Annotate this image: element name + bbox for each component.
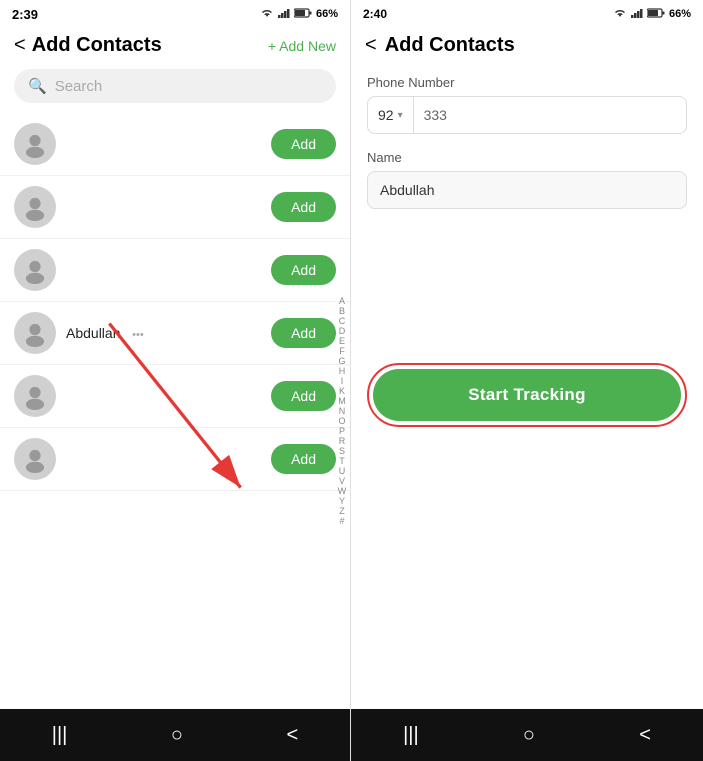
name-input[interactable] [367, 171, 687, 209]
alpha-n[interactable]: N [339, 407, 346, 416]
alpha-m[interactable]: M [338, 397, 346, 406]
alpha-d[interactable]: D [339, 327, 346, 336]
alpha-b[interactable]: B [339, 307, 345, 316]
battery-icon [294, 8, 312, 21]
spacer [351, 447, 703, 709]
right-home-icon[interactable]: ○ [523, 724, 535, 747]
right-page-title: Add Contacts [385, 34, 515, 57]
add-contact-button[interactable]: Add [271, 444, 336, 474]
left-menu-icon[interactable]: ||| [52, 724, 68, 747]
alpha-w[interactable]: W [338, 487, 347, 496]
alpha-t[interactable]: T [339, 457, 345, 466]
form-area: Phone Number 92 ▾ Name [351, 65, 703, 347]
avatar [14, 186, 56, 228]
right-panel: 2:40 66% < Add Contacts Phone Number 92 … [351, 0, 703, 761]
start-tracking-wrapper: Start Tracking [351, 347, 703, 447]
search-bar[interactable]: 🔍 Search [14, 69, 336, 103]
right-back-nav-icon[interactable]: < [639, 724, 651, 747]
add-contact-button[interactable]: Add [271, 381, 336, 411]
search-placeholder: Search [55, 78, 103, 95]
add-new-button[interactable]: + Add New [268, 38, 336, 54]
alpha-s[interactable]: S [339, 447, 345, 456]
add-contact-button[interactable]: Add [271, 129, 336, 159]
right-nav-bar: ||| ○ < [351, 709, 703, 761]
alpha-r[interactable]: R [339, 437, 346, 446]
right-header: < Add Contacts [351, 28, 703, 65]
name-label: Name [367, 150, 687, 165]
left-status-bar: 2:39 66% [0, 0, 350, 28]
alpha-v[interactable]: V [339, 477, 345, 486]
left-time: 2:39 [12, 7, 38, 22]
alpha-z[interactable]: Z [339, 507, 345, 516]
alpha-k[interactable]: K [339, 387, 345, 396]
alpha-c[interactable]: C [339, 317, 346, 326]
left-nav-bar: ||| ○ < [0, 709, 350, 761]
right-back-button[interactable]: < [365, 34, 377, 57]
left-battery-text: 66% [316, 8, 338, 20]
right-battery-text: 66% [669, 8, 691, 20]
avatar [14, 312, 56, 354]
dropdown-icon: ▾ [398, 110, 403, 121]
wifi-icon [260, 8, 274, 21]
left-status-icons: 66% [260, 8, 338, 21]
start-tracking-button[interactable]: Start Tracking [373, 369, 681, 421]
avatar [14, 249, 56, 291]
phone-number-input[interactable] [414, 97, 686, 133]
left-header-left: < Add Contacts [14, 34, 162, 57]
right-time: 2:40 [363, 7, 387, 21]
add-contact-button[interactable]: Add [271, 192, 336, 222]
avatar [14, 123, 56, 165]
alpha-y[interactable]: Y [339, 497, 345, 506]
phone-row: 92 ▾ [367, 96, 687, 134]
phone-label: Phone Number [367, 75, 687, 90]
left-back-nav-icon[interactable]: < [287, 724, 299, 747]
right-signal-icon [631, 8, 643, 21]
alpha-o[interactable]: O [338, 417, 345, 426]
alpha-a[interactable]: A [339, 297, 345, 306]
country-code-selector[interactable]: 92 ▾ [368, 97, 414, 133]
contacts-list: Add Add Add Abdullah ••• Add [0, 113, 350, 709]
right-menu-icon[interactable]: ||| [403, 724, 419, 747]
right-status-bar: 2:40 66% [351, 0, 703, 28]
left-page-title: Add Contacts [32, 34, 162, 57]
avatar [14, 438, 56, 480]
left-panel: 2:39 66% < Add Contacts + Add New 🔍 Sear… [0, 0, 351, 761]
start-tracking-border: Start Tracking [367, 363, 687, 427]
alpha-p[interactable]: P [339, 427, 345, 436]
left-home-icon[interactable]: ○ [171, 724, 183, 747]
left-header: < Add Contacts + Add New [0, 28, 350, 65]
list-item: Add [0, 239, 350, 302]
avatar [14, 375, 56, 417]
right-battery-icon [647, 8, 665, 21]
alpha-e[interactable]: E [339, 337, 345, 346]
alpha-h[interactable]: H [339, 367, 346, 376]
list-item: Abdullah ••• Add [0, 302, 350, 365]
alpha-i[interactable]: I [341, 377, 344, 386]
alpha-hash[interactable]: # [339, 517, 344, 526]
country-code-value: 92 [378, 107, 394, 123]
alpha-g[interactable]: G [338, 357, 345, 366]
right-status-icons: 66% [613, 8, 691, 21]
search-icon: 🔍 [28, 77, 47, 95]
list-item: Add [0, 428, 350, 491]
alphabet-index: A B C D E F G H I K M N O P R S T U V W … [334, 113, 350, 709]
left-back-button[interactable]: < [14, 34, 26, 57]
contact-name: Abdullah ••• [66, 325, 261, 341]
alpha-f[interactable]: F [339, 347, 345, 356]
add-contact-button[interactable]: Add [271, 318, 336, 348]
add-contact-button[interactable]: Add [271, 255, 336, 285]
list-item: Add [0, 176, 350, 239]
signal-icon [278, 8, 290, 21]
list-item: Add [0, 365, 350, 428]
alpha-u[interactable]: U [339, 467, 346, 476]
right-wifi-icon [613, 8, 627, 21]
list-item: Add [0, 113, 350, 176]
